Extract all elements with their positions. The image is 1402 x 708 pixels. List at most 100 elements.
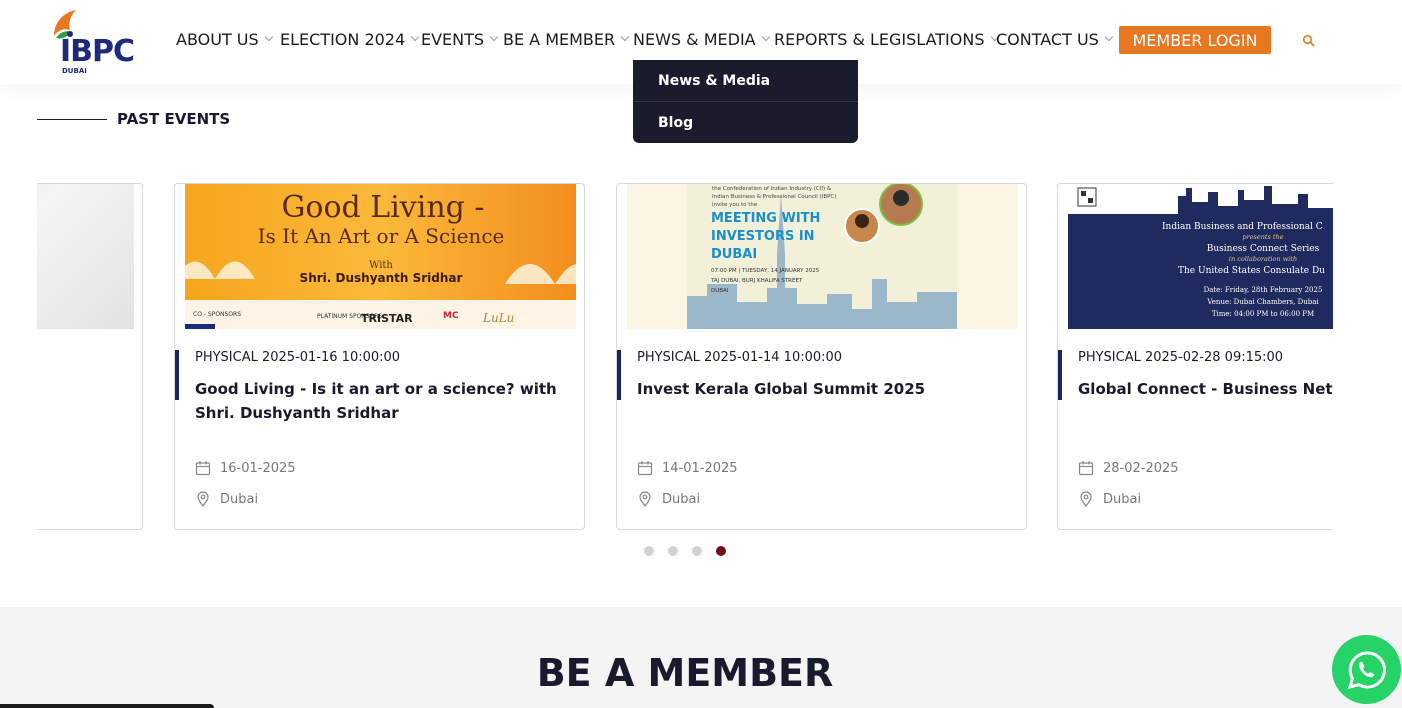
banner-speaker: Shri. Dushyanth Sridhar [300,271,463,285]
news-media-dropdown: News & Media Blog [633,60,858,143]
ibpc-logo[interactable]: IBPC DUBAI [50,6,140,76]
banner-l2: presents the [1242,233,1283,241]
chevron-down-icon [1104,32,1114,42]
carousel-dot[interactable] [692,546,702,556]
be-a-member-heading: BE A MEMBER [536,651,834,695]
nav-label: CONTACT US [996,29,1099,49]
banner-l4: in collaboration with [1229,255,1297,263]
event-card[interactable]: the Confederation of Indian Industry (CI… [616,183,1027,530]
heading-line [37,118,107,120]
banner-when: 07:00 PM | TUESDAY, 14 JANUARY 2025 [711,268,820,274]
event-image: Good Living - Is It An Art or A Science … [185,184,576,329]
banner-headline1: MEETING WITH [711,211,820,226]
nav-label: ABOUT US [176,29,259,49]
banner-line1: Good Living - [281,190,484,225]
banner-intro1: the Confederation of Indian Industry (CI… [712,186,832,192]
banner-intro2: Indian Business & Professional Council (… [712,194,836,200]
nav-label: EVENTS [421,29,485,49]
event-location-text: Dubai [662,491,701,507]
event-accent-bar [617,350,621,400]
nav-label: BE A MEMBER [503,29,616,49]
nav-news-media[interactable]: NEWS & MEDIA [633,28,770,50]
search-icon[interactable] [1302,34,1316,48]
past-events-heading: PAST EVENTS [37,110,230,128]
event-card-partial[interactable] [37,183,143,530]
carousel-pagination [644,546,726,556]
event-date-text: 16-01-2025 [220,460,296,476]
banner-headline2: INVESTORS IN [711,229,815,244]
nav-label: ELECTION 2024 [280,29,406,49]
banner-intro3: invite you to the [712,202,758,208]
event-date: 28-02-2025 [1078,460,1179,476]
carousel-dot-active[interactable] [716,546,726,556]
event-location-text: Dubai [220,491,259,507]
logo-city: DUBAI [62,67,87,75]
banner-cosponsors: CO - SPONSORS [193,311,241,318]
carousel-dot[interactable] [644,546,654,556]
banner-sponsor2: MC [443,311,459,321]
banner-where2: DUBAI [711,288,729,294]
event-type-datetime: PHYSICAL 2025-01-16 10:00:00 [195,350,401,365]
nav-election-2024[interactable]: ELECTION 2024 [280,28,420,50]
nav-reports-legislations[interactable]: REPORTS & LEGISLATIONS [774,28,999,50]
event-card[interactable]: Good Living - Is It An Art or A Science … [174,183,585,530]
nav-label: NEWS & MEDIA [633,29,756,49]
chevron-down-icon [410,32,420,42]
banner-l3: Business Connect Series [1207,244,1320,254]
whatsapp-icon [1347,650,1386,689]
nav-events[interactable]: EVENTS [421,28,499,50]
banner-headline3: DUBAI [711,247,757,262]
location-pin-icon [197,491,209,507]
nav-about-us[interactable]: ABOUT US [176,28,273,50]
event-location: Dubai [637,491,700,507]
calendar-icon [1078,461,1094,476]
chevron-down-icon [620,32,630,42]
be-a-member-section: BE A MEMBER [0,607,1402,708]
event-accent-bar [175,350,179,400]
chevron-down-icon [489,32,499,42]
banner-l1: Indian Business and Professional C [1162,222,1323,232]
event-location: Dubai [1078,491,1141,507]
event-title[interactable]: Good Living - Is it an art or a science?… [195,377,575,425]
banner-sponsor3: LuLu [482,311,514,325]
event-accent-bar [1058,350,1062,400]
event-title[interactable]: Invest Kerala Global Summit 2025 [637,377,1017,401]
event-date: 14-01-2025 [637,460,738,476]
carousel-dot[interactable] [668,546,678,556]
nav-label: REPORTS & LEGISLATIONS [774,29,985,49]
event-image [37,184,134,329]
dropdown-item-news-media[interactable]: News & Media [633,60,858,101]
event-image: the Confederation of Indian Industry (CI… [627,184,1018,329]
banner-sponsor1: TRISTAR [361,312,413,325]
event-date-text: 28-02-2025 [1103,460,1179,476]
event-title[interactable]: Global Connect - Business Netwo [1078,377,1333,401]
event-location: Dubai [195,491,258,507]
banner-l6: Date: Friday, 28th February 2025 [1204,286,1323,294]
banner-l8: Time: 04:00 PM to 06:00 PM [1212,310,1314,318]
past-events-carousel[interactable]: Good Living - Is It An Art or A Science … [37,183,1333,531]
event-type-datetime: PHYSICAL 2025-02-28 09:15:00 [1078,350,1284,365]
banner-l5: The United States Consulate Du [1178,266,1325,276]
past-events-title: PAST EVENTS [117,110,231,128]
logo-text: IBPC [60,34,135,69]
banner-with: With [369,260,393,271]
dropdown-item-blog[interactable]: Blog [633,102,858,143]
event-location-text: Dubai [1103,491,1142,507]
event-date: 16-01-2025 [195,460,296,476]
nav-contact-us[interactable]: CONTACT US [996,28,1114,50]
event-type-datetime: PHYSICAL 2025-01-14 10:00:00 [637,350,843,365]
event-date-text: 14-01-2025 [662,460,738,476]
event-image: Indian Business and Professional C prese… [1068,184,1333,329]
chevron-down-icon [761,32,770,42]
calendar-icon [195,461,211,476]
location-pin-icon [639,491,651,507]
chevron-down-icon [264,32,273,42]
banner-where1: TAJ DUBAI, BURJ KHALIFA STREET [710,278,803,284]
calendar-icon [637,461,653,476]
banner-line2: Is It An Art or A Science [258,224,505,248]
event-card[interactable]: Indian Business and Professional C prese… [1057,183,1333,530]
banner-l7: Venue: Dubai Chambers, Dubai [1206,298,1319,306]
whatsapp-chat-button[interactable] [1332,635,1401,704]
member-login-button[interactable]: MEMBER LOGIN [1119,26,1271,54]
nav-be-a-member[interactable]: BE A MEMBER [503,28,630,50]
